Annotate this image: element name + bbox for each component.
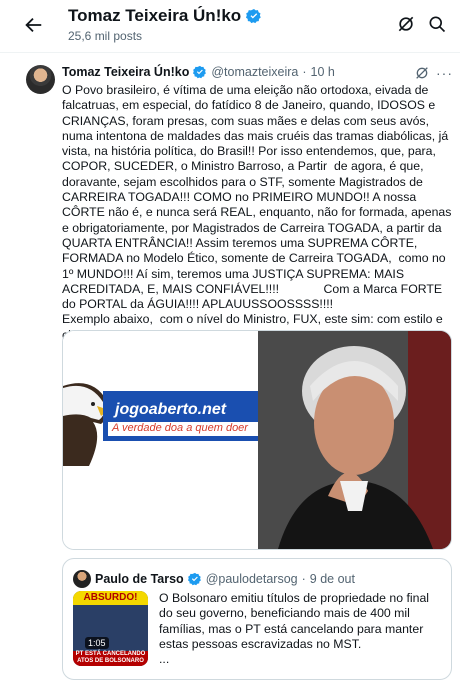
quote-text: O Bolsonaro emitiu títulos de propriedad… — [159, 591, 430, 667]
verified-icon — [246, 9, 261, 24]
quote-avatar[interactable] — [73, 570, 91, 588]
tweet-header: Tomaz Teixeira Ún!ko @tomazteixeira · 10… — [62, 65, 335, 79]
quote-author-name[interactable]: Paulo de Tarso — [95, 572, 184, 586]
search-icon[interactable] — [427, 14, 447, 34]
grok-icon[interactable] — [414, 65, 430, 81]
verified-icon — [193, 65, 207, 79]
thumbnail-caption: PT ESTÁ CANCELANDO ATOS DE BOLSONARO — [73, 651, 148, 666]
quote-video-thumbnail[interactable]: ABSURDO! 1:05 PT ESTÁ CANCELANDO ATOS DE… — [73, 591, 148, 666]
avatar[interactable] — [26, 65, 55, 94]
header-name-text: Tomaz Teixeira Ún!ko — [68, 6, 242, 25]
grok-icon[interactable] — [396, 14, 416, 34]
tweet-media[interactable]: jogoaberto.net A verdade doa a quem doer — [62, 330, 452, 550]
tweet-text: O Povo brasileiro, é vítima de uma eleiç… — [62, 83, 452, 342]
back-arrow-icon[interactable] — [22, 14, 44, 36]
header-name: Tomaz Teixeira Ún!ko — [68, 6, 262, 26]
separator-dot: · — [302, 65, 307, 79]
media-image-left[interactable]: jogoaberto.net A verdade doa a quem doer — [63, 331, 258, 549]
quote-time[interactable]: 9 de out — [310, 572, 355, 586]
tweet-time[interactable]: 10 h — [311, 65, 335, 79]
quote-author-handle[interactable]: @paulodetarsog — [206, 572, 298, 586]
brand-slogan: A verdade doa a quem doer — [108, 422, 258, 436]
verified-icon — [187, 572, 201, 586]
thumbnail-banner: ABSURDO! — [73, 591, 148, 605]
media-image-right[interactable] — [258, 331, 451, 549]
more-icon[interactable]: ··· — [436, 65, 453, 81]
author-name[interactable]: Tomaz Teixeira Ún!ko — [62, 65, 189, 79]
quote-header: Paulo de Tarso @paulodetarsog · 9 de out — [73, 570, 355, 588]
tweet[interactable]: Tomaz Teixeira Ún!ko @tomazteixeira · 10… — [0, 53, 460, 681]
header-post-count: 25,6 mil posts — [68, 29, 143, 43]
quoted-tweet[interactable]: Paulo de Tarso @paulodetarsog · 9 de out… — [62, 558, 452, 680]
video-duration: 1:05 — [85, 637, 109, 649]
portrait-image — [258, 331, 451, 549]
profile-header: Tomaz Teixeira Ún!ko 25,6 mil posts — [0, 0, 460, 53]
brand-text: jogoaberto.net — [115, 401, 227, 418]
separator-dot: · — [301, 572, 306, 586]
author-handle[interactable]: @tomazteixeira — [211, 65, 298, 79]
